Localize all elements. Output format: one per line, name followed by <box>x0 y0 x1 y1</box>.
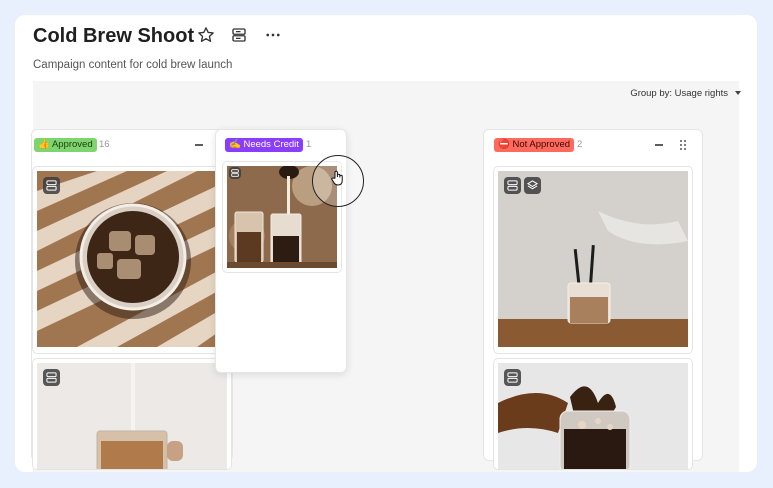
column-count: 2 <box>577 139 583 150</box>
collapse-column-icon[interactable] <box>192 138 206 152</box>
cold-brew-glass-image <box>37 171 227 347</box>
asset-card[interactable] <box>493 166 693 354</box>
text-badge-icon <box>229 167 241 179</box>
coffee-splash-image <box>498 363 688 469</box>
pouring-milk-image <box>37 363 227 469</box>
page-title: Cold Brew Shoot <box>33 25 195 47</box>
latte-with-straws-image <box>498 171 688 347</box>
layers-icon <box>524 177 541 194</box>
asset-card[interactable] <box>32 358 232 470</box>
column-approved: 👍 Approved 16 <box>31 129 233 470</box>
board-view-icon[interactable] <box>230 26 248 44</box>
status-tag-needs-credit[interactable]: ✍️ Needs Credit <box>225 138 303 152</box>
column-count: 16 <box>99 139 110 150</box>
iced-coffee-pour-image <box>227 166 337 268</box>
asset-card[interactable] <box>32 166 232 354</box>
column-count: 1 <box>306 139 312 150</box>
status-tag-not-approved[interactable]: ⛔ Not Approved <box>494 138 575 152</box>
chevron-down-icon <box>735 91 741 96</box>
text-badge-icon <box>504 369 521 386</box>
asset-card[interactable] <box>493 358 693 470</box>
text-badge-icon <box>504 177 521 194</box>
text-badge-icon <box>43 369 60 386</box>
page-subtitle: Campaign content for cold brew launch <box>33 59 233 71</box>
status-tag-approved[interactable]: 👍 Approved <box>34 138 97 152</box>
column-not-approved: ⛔ Not Approved 2 <box>483 129 703 470</box>
asset-card[interactable] <box>222 161 342 273</box>
collapse-column-icon[interactable] <box>652 138 666 152</box>
column-needs-credit[interactable]: ✍️ Needs Credit 1 <box>215 129 347 373</box>
column-header: 👍 Approved 16 <box>32 130 232 160</box>
app-window: Cold Brew Shoot Campaign content for col… <box>15 15 757 472</box>
column-header: ⛔ Not Approved 2 <box>484 130 702 160</box>
more-horizontal-icon[interactable] <box>264 26 282 44</box>
star-icon[interactable] <box>197 26 215 44</box>
group-by-label: Group by: Usage rights <box>630 88 728 99</box>
drag-handle-icon[interactable] <box>676 138 690 152</box>
text-badge-icon <box>43 177 60 194</box>
group-by-dropdown[interactable]: Group by: Usage rights <box>630 88 741 99</box>
column-header: ✍️ Needs Credit 1 <box>216 130 346 160</box>
